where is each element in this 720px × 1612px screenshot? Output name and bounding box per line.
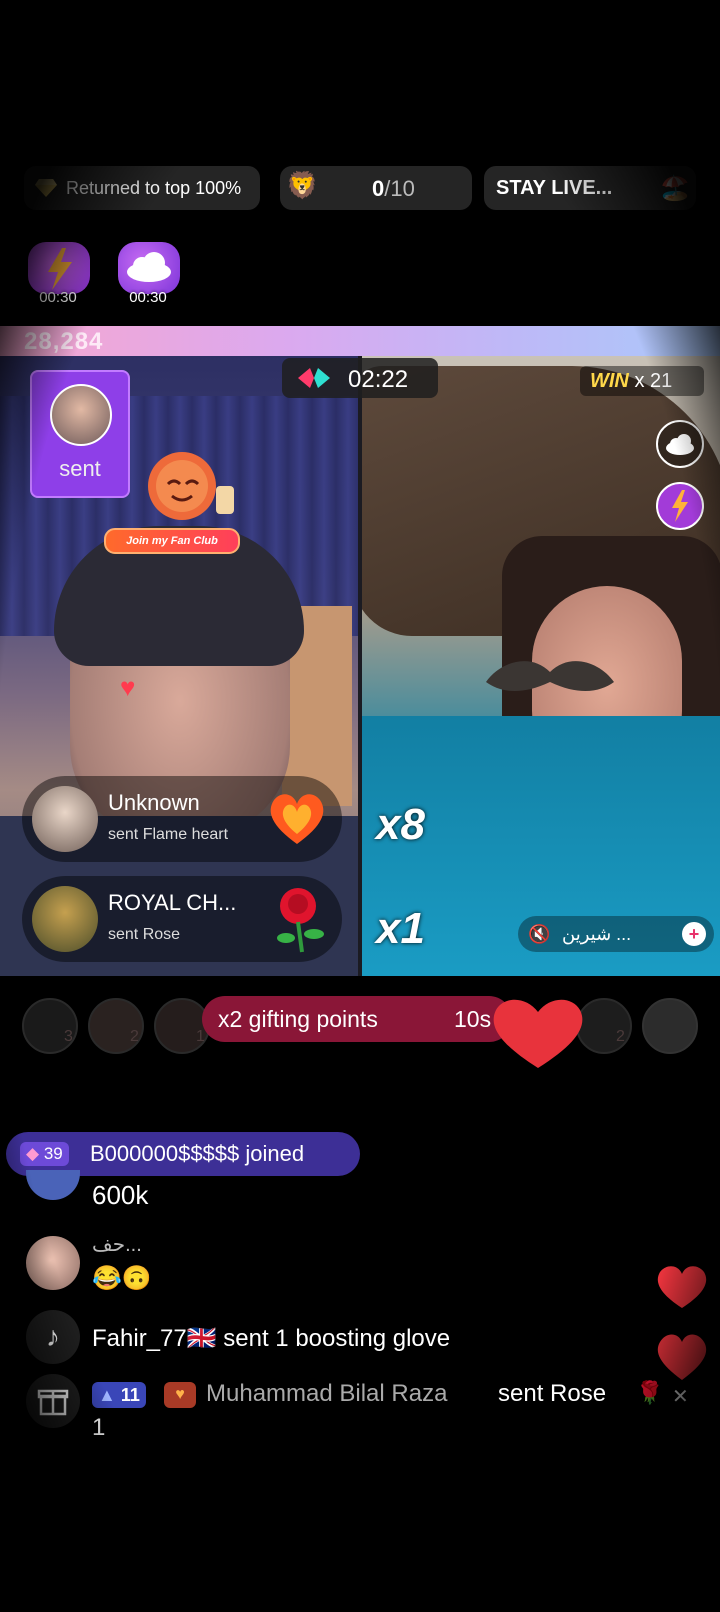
level-badge: ◆ 39: [20, 1142, 69, 1166]
gift-box-icon: [26, 1374, 80, 1428]
multiplier-first: x8: [376, 800, 425, 849]
gift-description: sent Rose: [108, 926, 181, 943]
chat-message-text: Fahir_77🇬🇧 sent 1 boosting glove: [92, 1325, 451, 1352]
join-text: B000000$$$$$ joined: [90, 1141, 305, 1166]
gift-row-royal[interactable]: ROYAL CH... sent Rose: [22, 876, 342, 962]
fan-heart-badge: ♥: [164, 1382, 196, 1408]
floating-heart-icon: [654, 1330, 710, 1387]
boost-timer-cloud[interactable]: 00:30: [114, 242, 182, 306]
gift-sender-avatar: [32, 786, 98, 852]
floating-heart-icon: [486, 994, 590, 1075]
multiplier-second: x1: [376, 904, 425, 953]
gift-description: sent Flame heart: [108, 826, 229, 843]
lightning-icon: [28, 242, 90, 294]
chat-avatar[interactable]: [26, 1236, 80, 1290]
timer-1: 00:30: [39, 289, 77, 306]
host-name-tag[interactable]: 🔇 شيرين ... +: [518, 916, 714, 952]
battle-icon: [296, 366, 332, 395]
chat-level-badge: ▲ 11: [92, 1382, 146, 1408]
timer-2: 00:30: [129, 289, 167, 306]
gifting-text: x2 gifting points: [218, 1006, 378, 1032]
gift-sender-name: ROYAL CH...: [108, 890, 237, 915]
chat-message-text: 😂🙃: [92, 1265, 152, 1292]
gem-icon: ◆: [26, 1144, 40, 1163]
win-badge: WIN x 21: [580, 366, 704, 396]
stay-live-pill[interactable]: STAY LIVE... 🏖️: [484, 166, 696, 210]
stay-live-label: STAY LIVE...: [496, 176, 613, 199]
mute-icon: 🔇: [528, 924, 551, 944]
lightning-boost-icon[interactable]: [656, 482, 704, 530]
battle-score-bar: 28,284: [0, 326, 720, 356]
right-host-video[interactable]: WIN x 21 🔇 شيرين ... +: [362, 356, 720, 976]
battle-timer: 02:22: [282, 358, 438, 398]
returned-label: Returned to top 100%: [66, 177, 242, 198]
cloud-icon: [118, 242, 180, 294]
boost-timer-lightning[interactable]: 00:30: [24, 242, 92, 306]
rank-number: 2: [130, 1028, 139, 1045]
level-number: 39: [43, 1144, 63, 1163]
host-name: شيرين ...: [562, 924, 632, 944]
close-icon[interactable]: ✕: [672, 1384, 689, 1409]
gift-row-unknown[interactable]: Unknown sent Flame heart: [22, 776, 342, 862]
flame-heart-icon: [262, 782, 332, 857]
sender-avatar: [50, 384, 112, 446]
chat-username: حف...: [92, 1234, 142, 1256]
stay-live-icon: 🏖️: [660, 175, 690, 202]
win-count: x 21: [634, 370, 673, 392]
join-fan-club-button[interactable]: Join my Fan Club: [104, 528, 240, 554]
battle-timer-value: 02:22: [348, 366, 409, 393]
progress-total: /10: [384, 176, 415, 201]
tiktok-icon: ♪: [26, 1310, 80, 1364]
rank-number: 1: [196, 1028, 205, 1045]
progress-pill[interactable]: 🦁 0/10: [280, 166, 472, 210]
returned-to-top-pill[interactable]: Returned to top 100%: [24, 166, 260, 210]
left-host-video[interactable]: sent Join my Fan Club ♥ Unknown sent Fla…: [0, 356, 358, 976]
heart-sticker: ♥: [120, 672, 136, 702]
progress-text: 0/10: [372, 176, 415, 202]
chat-gift-count: 1: [92, 1414, 106, 1441]
cloud-boost-icon[interactable]: [656, 420, 704, 468]
rank-avatar[interactable]: [642, 998, 698, 1054]
mascot-icon: [130, 436, 240, 526]
score-value: 28,284: [24, 328, 104, 355]
chat-message-text: sent Rose: [498, 1380, 607, 1407]
chat-message-text: 600k: [92, 1180, 149, 1210]
lion-icon: 🦁: [286, 170, 319, 200]
rank-number: 2: [616, 1028, 625, 1045]
follow-plus-icon[interactable]: +: [682, 922, 706, 946]
triangle-icon: ▲: [98, 1385, 116, 1405]
rose-icon: [266, 882, 332, 959]
sent-label: sent: [59, 456, 101, 481]
win-label: WIN: [590, 370, 629, 392]
gift-sender-avatar: [32, 886, 98, 952]
gift-sender-name: Unknown: [108, 790, 200, 815]
chat-avatar[interactable]: [26, 1170, 80, 1200]
rank-number: 3: [64, 1028, 73, 1045]
panel-divider: [358, 356, 362, 976]
diamond-icon: [34, 178, 58, 198]
chat-level-number: 11: [120, 1385, 140, 1405]
mustache-icon: [480, 652, 620, 717]
progress-done: 0: [372, 176, 385, 201]
floating-heart-icon: [654, 1262, 710, 1315]
gifting-points-banner: x2 gifting points 10s: [202, 996, 512, 1042]
chat-username: Muhammad Bilal Raza: [206, 1380, 448, 1407]
sent-badge[interactable]: sent: [30, 370, 130, 498]
